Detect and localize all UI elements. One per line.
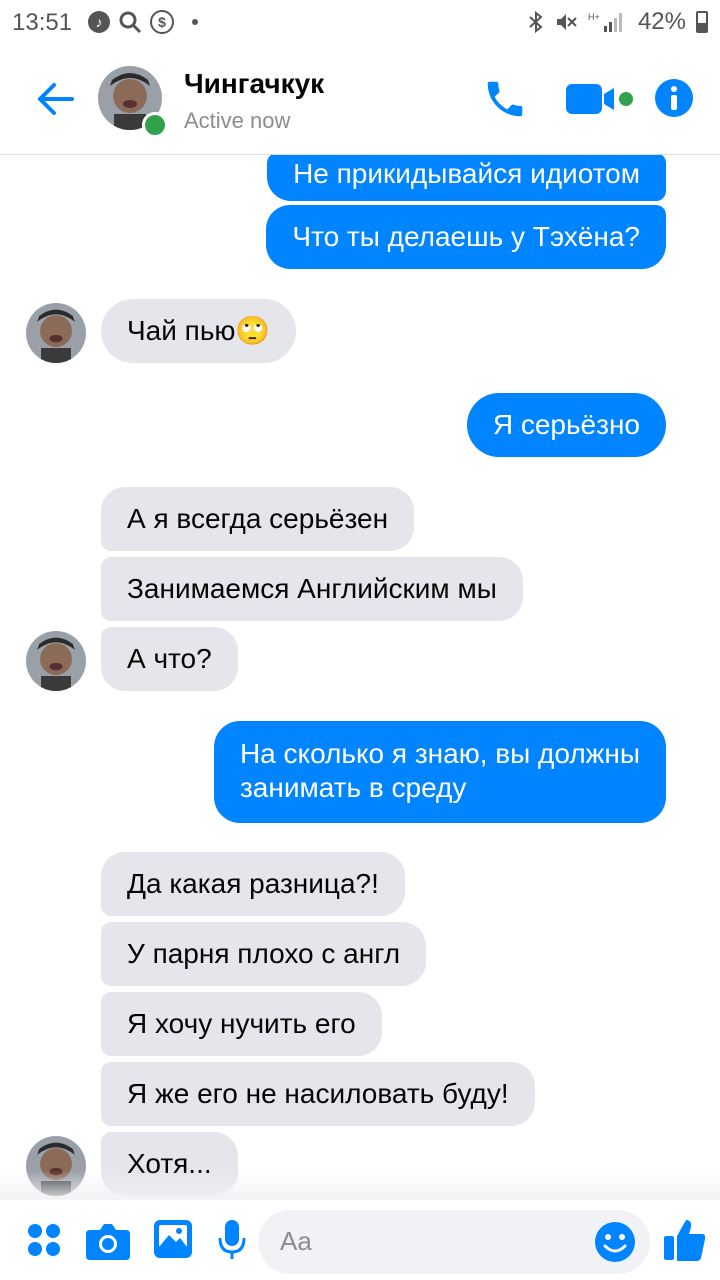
message-bubble[interactable]: У парня плохо с англ <box>101 922 427 986</box>
signal-icon: H+ <box>588 12 622 32</box>
contact-name[interactable]: Чингачкук <box>184 68 324 100</box>
message-input[interactable]: Aa <box>258 1210 650 1274</box>
gallery-icon[interactable] <box>154 1220 192 1258</box>
battery-percent: 42% <box>637 8 686 35</box>
info-icon[interactable] <box>654 78 694 118</box>
camera-icon[interactable] <box>86 1222 130 1260</box>
message-bubble[interactable]: Я хочу нучить его <box>101 992 382 1056</box>
message-bubble[interactable]: Чай пью🙄 <box>101 299 297 363</box>
contact-status: Active now <box>184 108 291 133</box>
message-line: занимать в среду <box>239 772 467 803</box>
message-bubble[interactable]: На сколько я знаю, вы должны занимать в … <box>213 721 666 823</box>
message-bubble[interactable]: Занимаемся Английским мы <box>101 557 523 621</box>
scroll-fade <box>0 1170 720 1200</box>
notification-dot-icon <box>192 19 198 25</box>
message-bubble[interactable]: Я серьёзно <box>466 393 666 457</box>
video-icon[interactable] <box>566 82 638 116</box>
message-line: На сколько я знаю, вы должны <box>239 738 640 769</box>
message-bubble[interactable]: Да какая разница?! <box>101 852 405 916</box>
status-time: 13:51 <box>12 9 73 36</box>
phone-icon[interactable] <box>482 76 528 122</box>
conversation-header: Чингачкук Active now <box>0 46 720 155</box>
back-arrow-icon[interactable] <box>34 78 76 120</box>
svg-text:H+: H+ <box>588 12 600 22</box>
message-bubble[interactable]: Не прикидывайся идиотом <box>267 155 666 201</box>
music-note-icon: ♪ <box>88 11 110 33</box>
apps-icon[interactable] <box>26 1222 62 1258</box>
status-bar: 13:51 ♪ $ H+ 42% <box>0 0 720 46</box>
battery-icon <box>696 11 708 33</box>
presence-indicator <box>142 112 168 138</box>
message-bubble[interactable]: Что ты делаешь у Тэхёна? <box>266 205 666 269</box>
bluetooth-icon <box>529 10 543 34</box>
sender-avatar[interactable] <box>26 303 86 363</box>
dollar-icon: $ <box>150 10 174 34</box>
message-bubble[interactable]: Я же его не насиловать буду! <box>101 1062 535 1126</box>
message-bubble[interactable]: А я всегда серьёзен <box>101 487 415 551</box>
search-icon <box>119 11 142 34</box>
message-bubble[interactable]: А что? <box>101 627 238 691</box>
mute-icon <box>556 14 577 30</box>
sender-avatar[interactable] <box>26 631 86 691</box>
emoji-icon[interactable] <box>594 1221 636 1263</box>
message-thread[interactable]: Не прикидывайся идиотом Что ты делаешь у… <box>0 155 720 1200</box>
thumbs-up-icon[interactable] <box>664 1218 706 1262</box>
microphone-icon[interactable] <box>218 1220 246 1260</box>
message-input-placeholder: Aa <box>280 1226 312 1256</box>
message-composer: Aa <box>0 1200 720 1280</box>
